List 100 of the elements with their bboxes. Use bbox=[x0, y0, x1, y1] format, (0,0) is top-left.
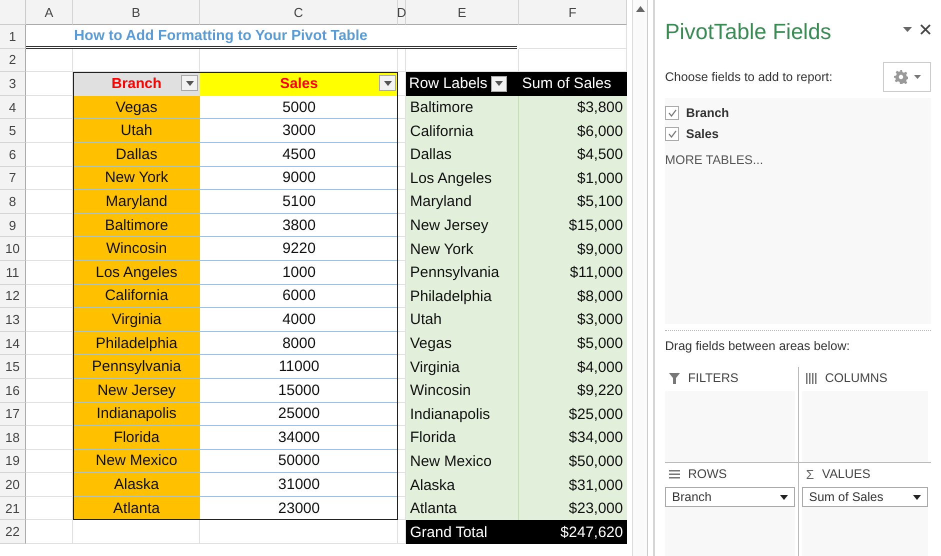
row-number[interactable]: 6 bbox=[0, 142, 26, 167]
empty-cell[interactable] bbox=[398, 48, 406, 72]
columns-icon bbox=[806, 372, 817, 384]
drop-zone[interactable] bbox=[665, 391, 795, 462]
table-cell: Utah bbox=[73, 119, 200, 143]
dropdown-caret-icon[interactable] bbox=[903, 26, 912, 32]
rows-icon bbox=[669, 470, 680, 478]
table-cell: Dallas bbox=[73, 142, 200, 167]
row-number[interactable]: 5 bbox=[0, 119, 26, 143]
filter-dropdown-button[interactable] bbox=[491, 76, 508, 92]
row-number[interactable]: 20 bbox=[0, 473, 26, 497]
pivot-row-label: Utah bbox=[406, 308, 519, 332]
pivot-row-label: Alaska bbox=[406, 473, 519, 497]
checkmark-icon bbox=[668, 108, 676, 116]
table-cell: 6000 bbox=[200, 284, 398, 308]
row-number[interactable]: 17 bbox=[0, 402, 26, 426]
caret-icon bbox=[780, 494, 788, 500]
pivot-value: $11,000 bbox=[519, 260, 627, 285]
field-label[interactable]: Sales bbox=[686, 126, 719, 140]
pivot-value: $1,000 bbox=[519, 166, 627, 190]
row-number[interactable]: 2 bbox=[0, 48, 26, 72]
row-number[interactable]: 14 bbox=[0, 332, 26, 356]
scroll-up-icon[interactable] bbox=[636, 6, 644, 12]
row-number[interactable]: 13 bbox=[0, 308, 26, 332]
checkbox[interactable] bbox=[665, 126, 679, 140]
row-number[interactable]: 11 bbox=[0, 260, 26, 285]
area-field-dropdown[interactable]: Sum of Sales bbox=[802, 487, 928, 507]
row-number[interactable]: 16 bbox=[0, 378, 26, 402]
close-icon[interactable] bbox=[920, 24, 931, 34]
caret-icon bbox=[384, 80, 392, 86]
pivot-header-cell: Sum of Sales bbox=[519, 72, 627, 96]
pivot-row-label: New York bbox=[406, 237, 519, 261]
empty-cell[interactable] bbox=[200, 48, 398, 72]
pivot-value: $4,000 bbox=[519, 355, 627, 379]
row-number[interactable]: 22 bbox=[0, 520, 26, 544]
pivot-row-label: California bbox=[406, 119, 519, 143]
row-number[interactable]: 15 bbox=[0, 355, 26, 379]
select-all-corner[interactable] bbox=[0, 0, 26, 25]
pivot-row-label: Maryland bbox=[406, 190, 519, 214]
pivot-value: $5,100 bbox=[519, 190, 627, 214]
caret-icon bbox=[913, 494, 921, 500]
row-number[interactable]: 12 bbox=[0, 284, 26, 308]
panel-instruction: Choose fields to add to report: bbox=[665, 70, 832, 84]
column-label: Branch bbox=[112, 76, 162, 92]
column-header[interactable]: C bbox=[200, 0, 398, 25]
pivot-value: $9,000 bbox=[519, 237, 627, 261]
table-cell: Florida bbox=[73, 426, 200, 450]
pivot-row-label: Baltimore bbox=[406, 96, 519, 120]
drop-zone[interactable]: Branch bbox=[665, 487, 795, 556]
caret-icon bbox=[186, 80, 194, 86]
row-number[interactable]: 8 bbox=[0, 190, 26, 214]
row-number[interactable]: 1 bbox=[0, 25, 26, 49]
pivot-value: $50,000 bbox=[519, 450, 627, 474]
drop-zone[interactable] bbox=[802, 391, 928, 462]
row-number[interactable]: 10 bbox=[0, 237, 26, 261]
scrollbar[interactable] bbox=[632, 0, 648, 556]
drop-zone[interactable]: Sum of Sales bbox=[802, 487, 928, 556]
row-number[interactable]: 19 bbox=[0, 450, 26, 474]
checkbox[interactable] bbox=[665, 106, 679, 120]
pivot-row-label: Philadelphia bbox=[406, 284, 519, 308]
pivot-value: $15,000 bbox=[519, 214, 627, 238]
pivot-row-label: Virginia bbox=[406, 355, 519, 379]
row-number[interactable]: 7 bbox=[0, 166, 26, 190]
settings-button[interactable] bbox=[883, 62, 931, 92]
pivot-row-label: New Mexico bbox=[406, 450, 519, 474]
column-header[interactable]: B bbox=[73, 0, 200, 25]
filter-dropdown-button[interactable] bbox=[181, 75, 198, 92]
more-tables-link[interactable]: MORE TABLES... bbox=[665, 153, 764, 167]
table-cell: New Jersey bbox=[73, 378, 200, 402]
row-number[interactable]: 21 bbox=[0, 496, 26, 520]
field-label[interactable]: Branch bbox=[686, 106, 730, 120]
column-header[interactable]: D bbox=[398, 0, 406, 25]
column-header[interactable]: E bbox=[406, 0, 519, 25]
empty-cell[interactable] bbox=[200, 520, 398, 544]
pivot-row-label: Los Angeles bbox=[406, 166, 519, 190]
table-cell: Maryland bbox=[73, 190, 200, 214]
empty-cell[interactable] bbox=[73, 48, 200, 72]
row-number[interactable]: 4 bbox=[0, 96, 26, 120]
pivot-row-label: Wincosin bbox=[406, 378, 519, 402]
column-header[interactable]: F bbox=[519, 0, 627, 25]
table-cell: Philadelphia bbox=[73, 332, 200, 356]
row-number[interactable]: 18 bbox=[0, 426, 26, 450]
filter-dropdown-button[interactable] bbox=[379, 75, 396, 92]
pivot-row-label: New Jersey bbox=[406, 214, 519, 238]
pivot-value: $34,000 bbox=[519, 426, 627, 450]
pivot-value: $8,000 bbox=[519, 284, 627, 308]
row-number[interactable]: 9 bbox=[0, 214, 26, 238]
empty-cell[interactable] bbox=[519, 25, 627, 49]
grand-total-value: $247,620 bbox=[519, 520, 627, 544]
empty-cell[interactable] bbox=[73, 520, 200, 544]
area-label: ROWS bbox=[688, 467, 727, 481]
area-field-dropdown[interactable]: Branch bbox=[665, 487, 795, 507]
pivot-row-label: Dallas bbox=[406, 142, 519, 167]
table-cell: California bbox=[73, 284, 200, 308]
pivot-header-label: Row Labels bbox=[409, 75, 488, 92]
grand-total-label: Grand Total bbox=[406, 520, 519, 544]
column-header[interactable]: A bbox=[26, 0, 73, 25]
filter-icon bbox=[669, 372, 680, 384]
sheet-title: How to Add Formatting to Your Pivot Table bbox=[26, 28, 517, 49]
row-number[interactable]: 3 bbox=[0, 72, 26, 96]
